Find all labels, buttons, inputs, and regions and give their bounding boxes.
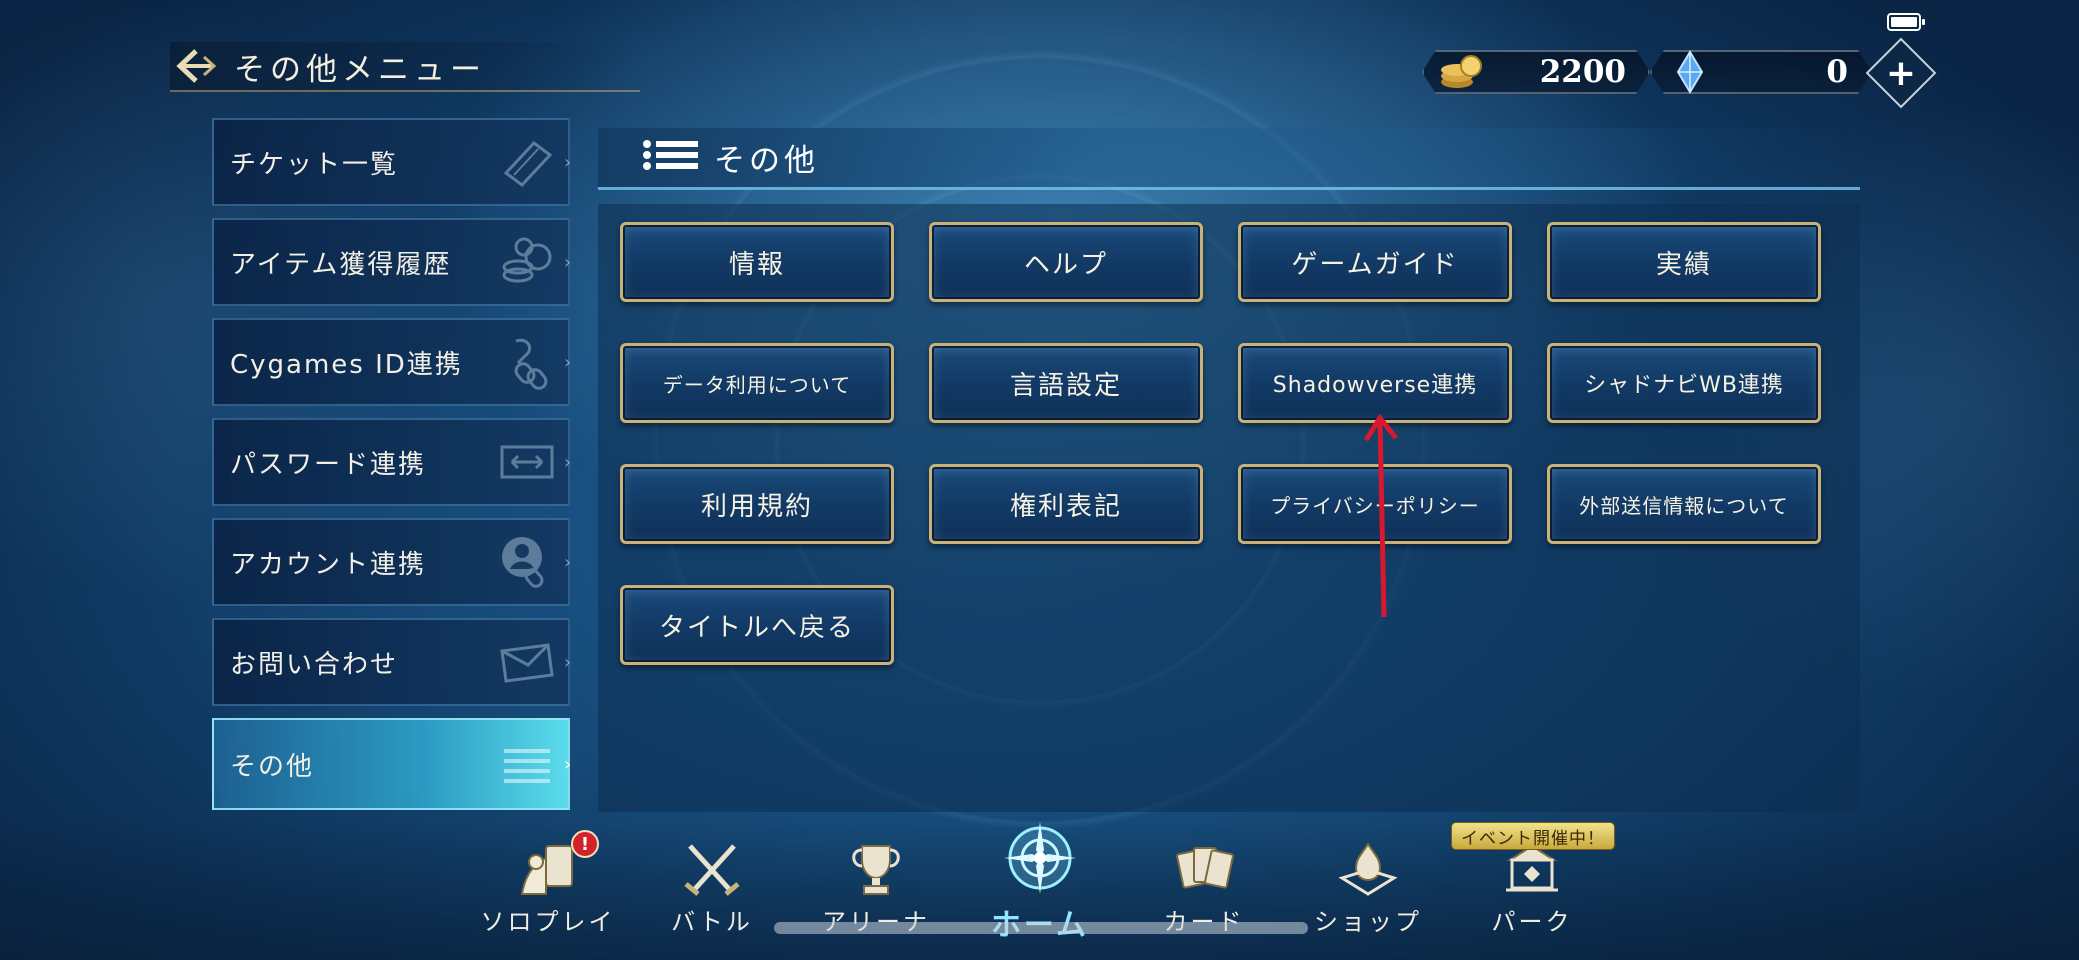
sidebar-item-contact[interactable]: お問い合わせ › bbox=[212, 618, 571, 706]
chain-link-icon bbox=[514, 338, 548, 390]
alert-badge: ! bbox=[571, 830, 599, 858]
sidebar-item-label: アイテム獲得履歴 bbox=[230, 249, 452, 280]
sidebar-item-account-link[interactable]: アカウント連携 › bbox=[212, 518, 571, 606]
shadowverse-link-button[interactable]: Shadowverse連携 bbox=[1238, 343, 1512, 423]
nav-solo-play[interactable]: ! ソロプレイ bbox=[473, 830, 623, 950]
external-transmission-info-button[interactable]: 外部送信情報について bbox=[1547, 464, 1821, 544]
nav-park[interactable]: パーク bbox=[1457, 840, 1607, 950]
back-arrow-icon bbox=[176, 49, 217, 83]
sidebar-item-label: パスワード連携 bbox=[230, 449, 427, 480]
rights-notice-button[interactable]: 権利表記 bbox=[929, 464, 1203, 544]
shop-icon bbox=[1338, 842, 1398, 896]
gold-amount: 2200 bbox=[1539, 54, 1626, 90]
sidebar-item-cygames-id[interactable]: Cygames ID連携 › bbox=[212, 318, 571, 406]
nav-battle[interactable]: バトル bbox=[637, 840, 787, 950]
nav-label: パーク bbox=[1491, 908, 1573, 936]
annotation-arrow-icon bbox=[1363, 413, 1398, 618]
sidebar-item-item-history[interactable]: アイテム獲得履歴 › bbox=[212, 218, 571, 306]
nav-label: バトル bbox=[671, 908, 753, 936]
language-settings-button[interactable]: 言語設定 bbox=[929, 343, 1203, 423]
account-link-icon bbox=[502, 537, 544, 588]
info-button[interactable]: 情報 bbox=[620, 222, 894, 302]
help-button[interactable]: ヘルプ bbox=[929, 222, 1203, 302]
chevron-right-icon: › bbox=[564, 552, 572, 573]
shadonavi-wb-link-button[interactable]: シャドナビWB連携 bbox=[1547, 343, 1821, 423]
sidebar-item-password-link[interactable]: パスワード連携 › bbox=[212, 418, 571, 506]
chevron-right-icon: › bbox=[564, 352, 572, 373]
home-emblem-icon bbox=[1004, 822, 1076, 894]
button-label: Shadowverse連携 bbox=[1272, 373, 1478, 398]
crossed-swords-icon bbox=[684, 844, 740, 896]
coins-icon bbox=[502, 237, 552, 283]
cards-icon bbox=[1176, 847, 1234, 889]
nav-shop[interactable]: ショップ bbox=[1293, 840, 1443, 950]
ticket-icon bbox=[503, 140, 553, 188]
transfer-icon bbox=[500, 445, 554, 479]
sidebar-item-label: お問い合わせ bbox=[230, 649, 399, 680]
button-label: 外部送信情報について bbox=[1579, 493, 1789, 518]
button-label: ヘルプ bbox=[1023, 249, 1108, 280]
data-usage-button[interactable]: データ利用について bbox=[620, 343, 894, 423]
sidebar-item-label: Cygames ID連携 bbox=[230, 349, 463, 380]
crystal-currency: 0 bbox=[1650, 50, 1872, 94]
plus-icon: + bbox=[1885, 52, 1917, 94]
section-title: その他 bbox=[714, 143, 819, 179]
button-label: 情報 bbox=[728, 249, 785, 280]
sidebar-menu: チケット一覧 › アイテム獲得履歴 › Cygames ID連携 › パスワード… bbox=[212, 118, 571, 822]
add-crystal-button[interactable]: + bbox=[1865, 37, 1937, 109]
terms-of-use-button[interactable]: 利用規約 bbox=[620, 464, 894, 544]
game-guide-button[interactable]: ゲームガイド bbox=[1238, 222, 1512, 302]
chevron-right-icon: › bbox=[564, 652, 572, 673]
button-label: データ利用について bbox=[662, 372, 852, 397]
crystal-amount: 0 bbox=[1826, 54, 1848, 90]
home-indicator-bar[interactable] bbox=[774, 922, 1308, 934]
button-label: 権利表記 bbox=[1009, 491, 1122, 522]
gold-currency: 2200 bbox=[1422, 50, 1650, 94]
back-button[interactable] bbox=[170, 41, 222, 91]
return-to-title-button[interactable]: タイトルへ戻る bbox=[620, 585, 894, 665]
crystal-icon bbox=[1662, 50, 1718, 94]
chevron-right-icon: › bbox=[564, 252, 572, 273]
list-icon bbox=[643, 139, 698, 170]
sidebar-item-label: その他 bbox=[230, 751, 315, 782]
trophy-icon bbox=[852, 845, 900, 895]
gold-coin-icon bbox=[1434, 50, 1490, 94]
sidebar-item-other[interactable]: その他 › bbox=[212, 718, 571, 810]
button-label: 言語設定 bbox=[1009, 370, 1122, 401]
page-title: その他メニュー bbox=[234, 51, 486, 88]
chevron-right-icon: › bbox=[564, 754, 572, 775]
nav-label: ソロプレイ bbox=[480, 908, 616, 936]
chevron-right-icon: › bbox=[564, 152, 572, 173]
button-label: タイトルへ戻る bbox=[658, 612, 855, 643]
battery-icon bbox=[1887, 13, 1925, 31]
mail-icon bbox=[500, 643, 554, 683]
menu-lines-icon bbox=[504, 749, 550, 783]
button-label: ゲームガイド bbox=[1291, 249, 1459, 280]
event-badge: イベント開催中！ bbox=[1451, 822, 1615, 850]
button-label: シャドナビWB連携 bbox=[1584, 373, 1784, 398]
header-bar: その他メニュー bbox=[170, 42, 640, 92]
section-header: その他 bbox=[598, 128, 1860, 190]
sidebar-item-label: アカウント連携 bbox=[230, 549, 427, 580]
sidebar-item-tickets[interactable]: チケット一覧 › bbox=[212, 118, 571, 206]
button-label: 利用規約 bbox=[700, 491, 813, 522]
button-label: 実績 bbox=[1655, 249, 1712, 280]
nav-label: ショップ bbox=[1314, 908, 1422, 936]
achievements-button[interactable]: 実績 bbox=[1547, 222, 1821, 302]
chevron-right-icon: › bbox=[564, 452, 572, 473]
sidebar-item-label: チケット一覧 bbox=[230, 149, 399, 180]
solo-play-icon bbox=[520, 845, 573, 895]
